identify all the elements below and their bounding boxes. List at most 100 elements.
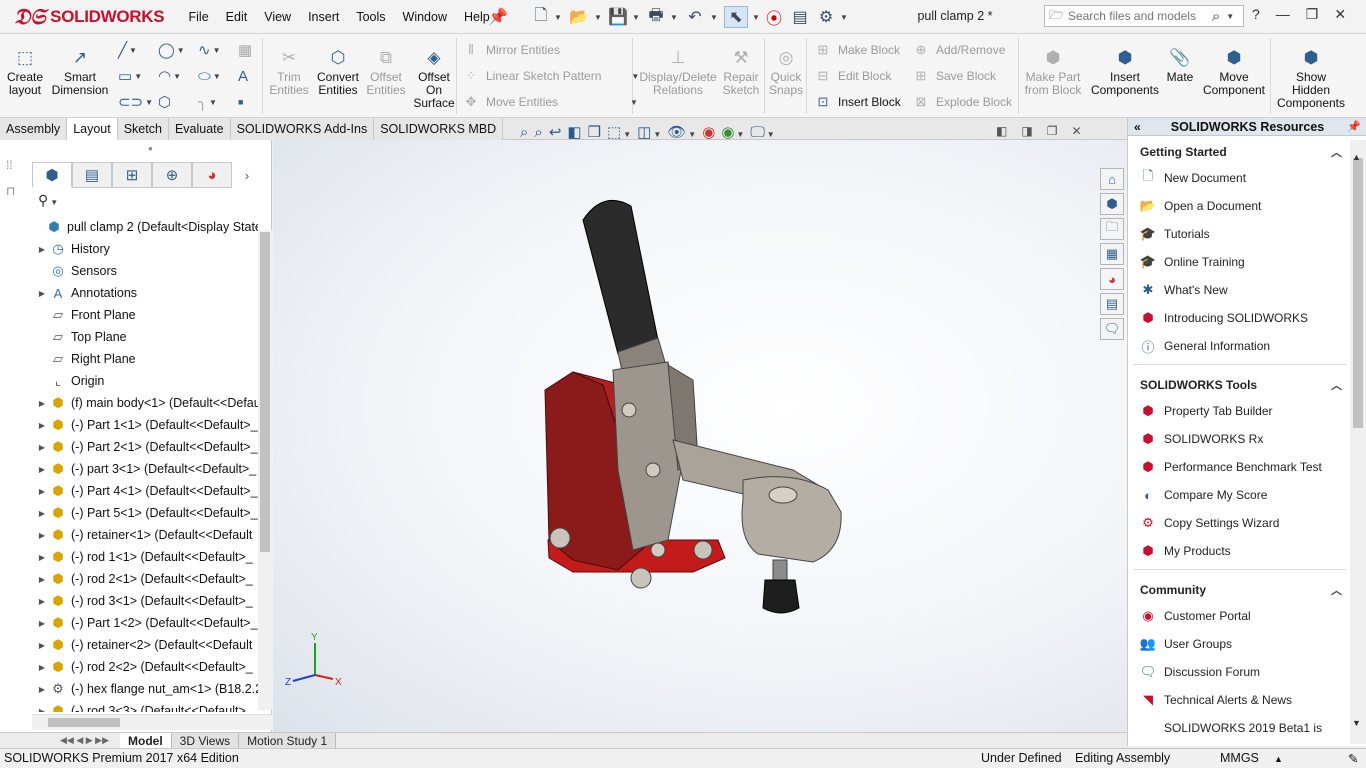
pivot-pin[interactable] xyxy=(645,462,661,478)
expand-arrow-icon[interactable]: ▶ xyxy=(36,707,48,713)
smart-dimension-button[interactable]: ↗ Smart Dimension xyxy=(52,34,109,118)
expand-arrow-icon[interactable]: ▶ xyxy=(36,399,48,408)
tree-item[interactable]: ◎ Sensors xyxy=(32,260,258,282)
pin-pane-icon[interactable]: 📌 xyxy=(1347,120,1361,133)
viewport-prev-icon[interactable]: ◧ xyxy=(996,124,1007,138)
tree-item[interactable]: ▱ Front Plane xyxy=(32,304,258,326)
pin-icon[interactable]: 📌 xyxy=(488,6,508,28)
tree-item[interactable]: ▶ A Annotations xyxy=(32,282,258,304)
menu-file[interactable]: File xyxy=(180,10,217,24)
scroll-down-icon[interactable]: ▼ xyxy=(1352,718,1361,728)
dimxpert-tab-icon[interactable]: ⊕ xyxy=(152,162,192,188)
rubber-handle[interactable] xyxy=(582,199,659,355)
expand-arrow-icon[interactable]: ▶ xyxy=(36,597,48,606)
make-part-button[interactable]: ⬢ Make Part from Block xyxy=(1022,34,1084,118)
select-dropdown-icon[interactable]: ▼ xyxy=(750,6,760,28)
filter-icon[interactable]: ⚲ ▼ xyxy=(38,192,58,209)
select-icon[interactable]: ⬉ xyxy=(724,6,748,28)
tree-item[interactable]: ▶ ⬢ (-) rod 2<1> (Default<<Default>_ xyxy=(32,568,258,590)
rectangle-icon[interactable]: ▭ ▼ xyxy=(118,66,148,86)
tree-vertical-scroll-thumb[interactable] xyxy=(260,232,270,552)
task-link[interactable]: ⬢ SOLIDWORKS Rx xyxy=(1134,425,1346,453)
panel-split-icon[interactable]: ⊓ xyxy=(6,184,15,198)
view-orientation-icon[interactable]: ⬚ ▼ xyxy=(607,123,631,141)
spline-icon[interactable]: ∿ ▼ xyxy=(198,40,228,60)
scroll-up-icon[interactable]: ▲ xyxy=(1352,152,1361,162)
add-remove-button[interactable]: ⊕ Add/Remove xyxy=(912,40,1006,60)
layout-button[interactable]: ⬚ Create layout xyxy=(0,34,50,118)
point-icon[interactable]: ■ xyxy=(238,92,268,112)
panel-splitter-icon[interactable]: ● xyxy=(148,144,153,153)
offset-entities-button[interactable]: ⧉ Offset Entities xyxy=(366,34,406,118)
save-icon[interactable]: 💾 xyxy=(608,6,628,28)
solidworks-logo[interactable]: 𝔇𝔖 SOLIDWORKS xyxy=(14,4,165,30)
slot-icon[interactable]: ⊂⊃ ▼ xyxy=(118,92,153,112)
hide-show-items-icon[interactable]: 👁 ▼ xyxy=(667,123,696,141)
tab-solidworks-mbd[interactable]: SOLIDWORKS MBD xyxy=(374,118,504,140)
fillet-icon[interactable]: ╮ ▼ xyxy=(198,92,228,112)
tab-solidworks-add-ins[interactable]: SOLIDWORKS Add-Ins xyxy=(230,118,375,140)
expand-arrow-icon[interactable]: ▶ xyxy=(36,575,48,584)
menu-tools[interactable]: Tools xyxy=(348,10,394,24)
base-bolt[interactable] xyxy=(693,540,713,560)
repair-sketch-button[interactable]: ⚒ Repair Sketch xyxy=(722,34,760,118)
status-units[interactable]: MMGS xyxy=(1220,751,1259,765)
search-box[interactable]: 🗁 ⌕ ▼ xyxy=(1044,5,1244,27)
text-icon[interactable]: A xyxy=(238,66,268,86)
task-section-header[interactable]: Getting Started ︿ xyxy=(1134,140,1346,164)
tree-item[interactable]: ▶ ⬢ (-) rod 1<1> (Default<<Default>_ xyxy=(32,546,258,568)
tree-item[interactable]: ▶ ⬢ (-) retainer<1> (Default<<Default xyxy=(32,524,258,546)
expand-arrow-icon[interactable]: ▶ xyxy=(36,245,48,254)
expand-arrow-icon[interactable]: ▶ xyxy=(36,487,48,496)
task-link[interactable]: 🎓 Online Training xyxy=(1134,248,1346,276)
status-info-icon[interactable]: ✎ xyxy=(1348,751,1358,766)
restore-icon[interactable]: ❐ xyxy=(1306,6,1319,23)
expand-arrow-icon[interactable]: ▶ xyxy=(36,509,48,518)
search-icon[interactable]: ⌕ xyxy=(1212,8,1220,25)
options-dropdown-icon[interactable]: ▼ xyxy=(838,6,848,28)
line-icon[interactable]: ╱ ▼ xyxy=(118,40,148,60)
display-style-icon[interactable]: ◫ ▼ xyxy=(637,123,661,141)
tree-item[interactable]: ▶ ⬢ (f) main body<1> (Default<<Defau xyxy=(32,392,258,414)
tree-item[interactable]: ▶ ⬢ (-) Part 2<1> (Default<<Default>_ xyxy=(32,436,258,458)
tree-horizontal-scroll-thumb[interactable] xyxy=(48,718,120,727)
print-dropdown-icon[interactable]: ▼ xyxy=(668,6,678,28)
expand-arrow-icon[interactable]: ▶ xyxy=(36,685,48,694)
expand-arrow-icon[interactable]: ▶ xyxy=(36,465,48,474)
save-dropdown-icon[interactable]: ▼ xyxy=(630,6,640,28)
search-input[interactable] xyxy=(1067,9,1208,23)
section-view-icon[interactable]: ◧ xyxy=(567,123,581,141)
graphics-area[interactable]: Y X Z xyxy=(273,140,1127,732)
expand-arrow-icon[interactable]: ▶ xyxy=(36,289,48,298)
task-link[interactable]: SOLIDWORKS 2019 Beta1 is xyxy=(1134,714,1346,742)
view-palette-icon[interactable]: ▦ xyxy=(1100,243,1124,265)
task-link[interactable]: ⬢ Property Tab Builder xyxy=(1134,397,1346,425)
new-dropdown-icon[interactable]: ▼ xyxy=(552,6,562,28)
tree-item[interactable]: ▶ ⬢ (-) rod 3<1> (Default<<Default>_ xyxy=(32,590,258,612)
close-icon[interactable]: ✕ xyxy=(1334,6,1346,23)
task-link[interactable]: ⓘ General Information xyxy=(1134,332,1346,360)
ellipse-icon[interactable]: ⬭ ▼ xyxy=(198,66,228,86)
task-section-header[interactable]: Community ︿ xyxy=(1134,578,1346,602)
tree-item[interactable]: ▶ ⬢ (-) part 3<1> (Default<<Default>_ xyxy=(32,458,258,480)
tree-item[interactable]: ▶ ⬢ (-) Part 5<1> (Default<<Default>_ xyxy=(32,502,258,524)
expand-arrow-icon[interactable]: ▶ xyxy=(36,619,48,628)
spindle[interactable] xyxy=(772,559,788,583)
tree-item[interactable]: ⌞ Origin xyxy=(32,370,258,392)
help-icon[interactable]: ? xyxy=(1252,6,1260,23)
undo-icon[interactable]: ↶ xyxy=(684,6,706,28)
task-link[interactable]: ⚙ Copy Settings Wizard xyxy=(1134,509,1346,537)
open-dropdown-icon[interactable]: ▼ xyxy=(592,6,602,28)
task-section-header[interactable]: SOLIDWORKS Tools ︿ xyxy=(1134,373,1346,397)
tree-item[interactable]: ▶ ⬢ (-) rod 2<2> (Default<<Default>_ xyxy=(32,656,258,678)
edit-block-button[interactable]: ⊟ Edit Block xyxy=(814,66,892,86)
tree-item[interactable]: ▶ ⬢ (-) Part 1<1> (Default<<Default>_ xyxy=(32,414,258,436)
expand-arrow-icon[interactable]: ▶ xyxy=(36,641,48,650)
expand-arrow-icon[interactable]: ▶ xyxy=(36,553,48,562)
appearances-icon[interactable]: ◕ xyxy=(1100,268,1124,290)
file-properties-icon[interactable]: ▤ xyxy=(790,6,810,28)
trim-button[interactable]: ✂ Trim Entities xyxy=(266,34,312,118)
make-block-button[interactable]: ⊞ Make Block xyxy=(814,40,900,60)
task-link[interactable]: 🗋 New Document xyxy=(1134,164,1346,192)
forum-tab-icon[interactable]: 🗨 xyxy=(1100,318,1124,340)
